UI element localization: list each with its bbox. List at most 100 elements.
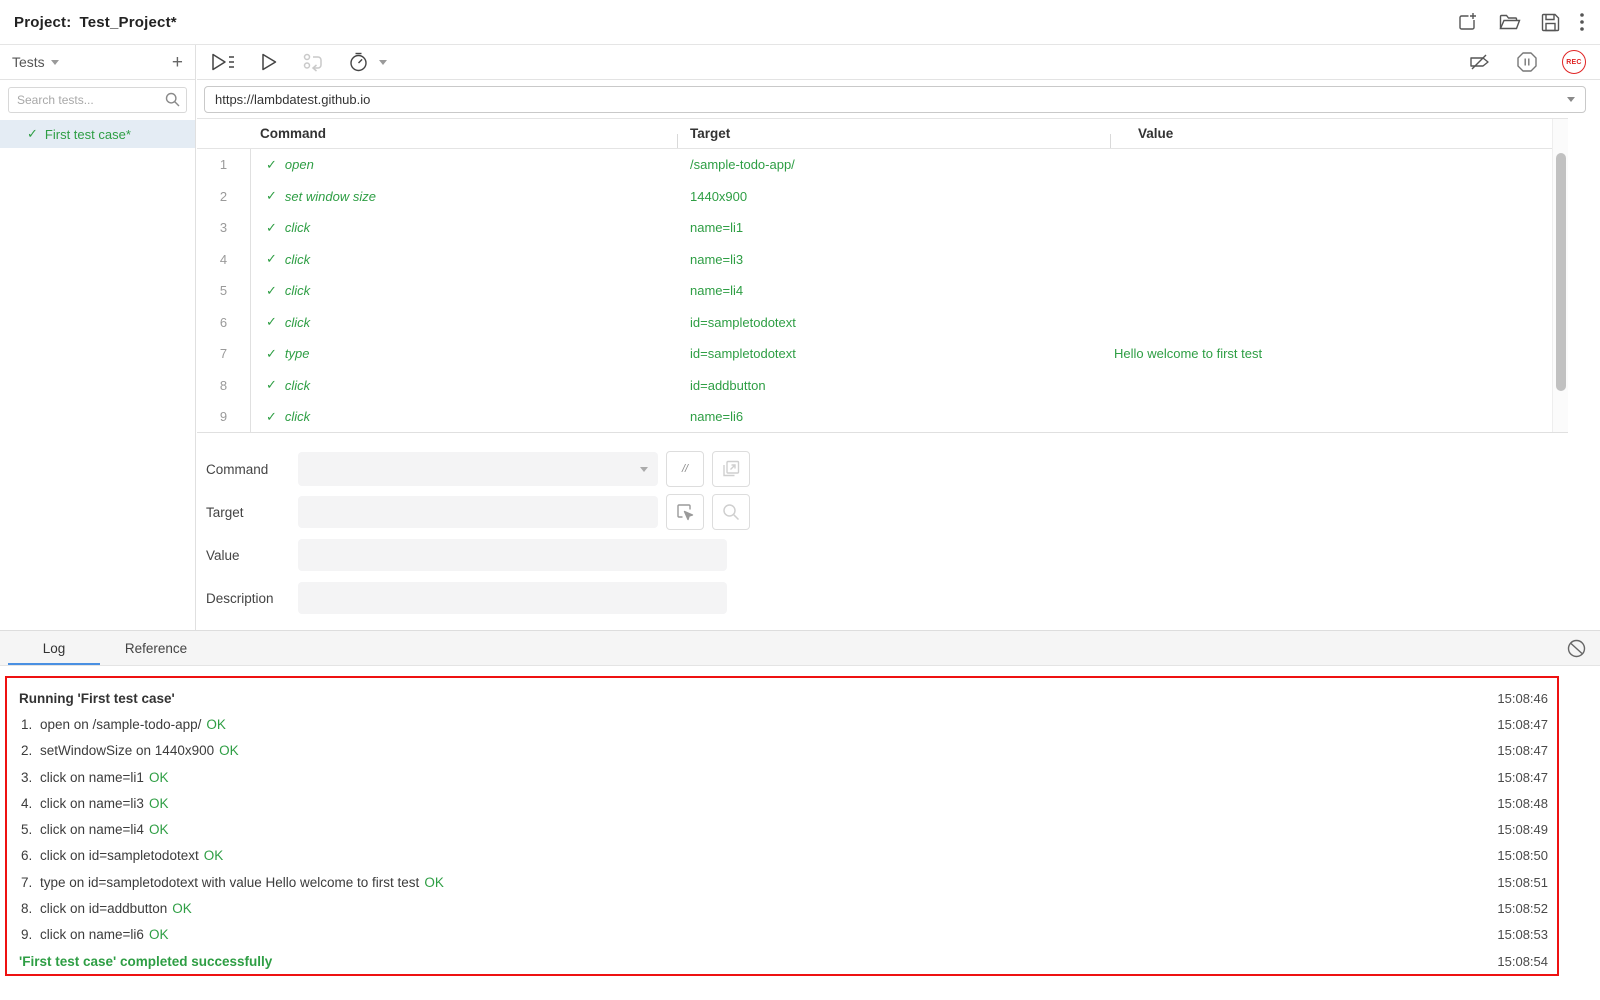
passed-check-icon: ✓ [266, 219, 277, 235]
step-over-icon[interactable] [303, 53, 323, 72]
log-text: click on id=addbutton [40, 901, 168, 917]
active-tab-underline [8, 663, 100, 665]
passed-check-icon: ✓ [266, 345, 277, 361]
log-timestamp: 15:08:50 [1497, 848, 1548, 864]
table-row[interactable]: 1 ✓ open /sample-todo-app/ [197, 149, 1568, 181]
log-timestamp: 15:08:48 [1497, 795, 1548, 811]
passed-check-icon: ✓ [266, 314, 277, 330]
table-row[interactable]: 3 ✓ click name=li1 [197, 212, 1568, 244]
row-number: 7 [219, 346, 228, 362]
table-row[interactable]: 9 ✓ click name=li6 [197, 401, 1568, 433]
row-number: 2 [219, 188, 228, 204]
run-current-test-icon[interactable] [261, 53, 277, 71]
row-number: 4 [219, 251, 228, 267]
table-row[interactable]: 7 ✓ type id=sampletodotext Hello welcome … [197, 338, 1568, 370]
value-field-label: Value [206, 547, 240, 563]
project-name: Test_Project* [79, 13, 177, 31]
chevron-down-icon [640, 466, 648, 472]
bottom-panel-tabs: Log Reference [0, 630, 1600, 666]
table-row[interactable]: 6 ✓ click id=sampletodotext [197, 306, 1568, 338]
execution-speed-control[interactable] [349, 52, 387, 72]
log-timestamp: 15:08:47 [1497, 716, 1548, 732]
log-status-ok: OK [148, 769, 169, 785]
log-timestamp: 15:08:53 [1497, 927, 1548, 943]
command-select[interactable] [298, 452, 658, 486]
pause-on-exceptions-icon[interactable] [1516, 51, 1538, 73]
table-row[interactable]: 5 ✓ click name=li4 [197, 275, 1568, 307]
description-field-label: Description [206, 590, 274, 606]
row-number: 9 [219, 409, 228, 425]
tab-log[interactable]: Log [0, 631, 108, 665]
project-label: Project: [14, 13, 72, 31]
disable-breakpoints-icon[interactable] [1468, 53, 1492, 71]
tab-reference[interactable]: Reference [108, 631, 204, 665]
command-target: name=li6 [690, 409, 744, 425]
log-text: click on name=li3 [40, 795, 144, 811]
command-name: open [284, 157, 314, 173]
recording-controls: REC [1468, 50, 1586, 74]
value-input[interactable] [298, 539, 727, 571]
command-field-label: Command [206, 461, 269, 477]
run-all-tests-icon[interactable] [211, 53, 235, 71]
command-table-header: Command Target Value [197, 119, 1568, 149]
test-case-item[interactable]: ✓ First test case* [0, 120, 195, 148]
log-status-ok: OK [203, 848, 224, 864]
test-case-name: First test case* [44, 126, 131, 142]
command-target: 1440x900 [690, 188, 748, 204]
log-timestamp: 15:08:52 [1497, 901, 1548, 917]
command-target: name=li3 [690, 251, 744, 267]
clear-log-icon[interactable] [1567, 639, 1586, 658]
target-input[interactable] [298, 496, 658, 528]
base-url-select[interactable]: https://lambdatest.github.io [204, 85, 1586, 113]
chevron-down-icon [379, 59, 387, 65]
find-target-button[interactable] [712, 494, 750, 530]
open-project-icon[interactable] [1499, 13, 1521, 31]
target-field-label: Target [206, 504, 244, 520]
command-target: /sample-todo-app/ [690, 157, 795, 173]
tests-dropdown[interactable]: Tests [12, 54, 45, 70]
command-name: set window size [284, 188, 376, 204]
chevron-down-icon [50, 59, 59, 65]
log-entry: 2. setWindowSize on 1440x900 OK 15:08:47 [7, 738, 1557, 764]
table-row[interactable]: 8 ✓ click id=addbutton [197, 369, 1568, 401]
command-field-row: Command // [197, 451, 1568, 487]
command-name: click [284, 220, 311, 236]
log-status-ok: OK [172, 901, 192, 917]
save-icon[interactable] [1541, 13, 1560, 32]
table-row[interactable]: 2 ✓ set window size 1440x900 [197, 180, 1568, 212]
command-target: id=sampletodotext [690, 346, 796, 362]
log-step-number: 3. [21, 769, 33, 785]
scrollbar-thumb[interactable] [1556, 153, 1566, 391]
test-passed-icon: ✓ [27, 126, 38, 141]
select-target-button[interactable] [666, 494, 704, 530]
command-table: Command Target Value 1 ✓ open /sample-tod… [197, 118, 1568, 433]
log-panel: Running 'First test case' 15:08:46 1. op… [5, 676, 1559, 976]
target-column-header: Target [677, 126, 1110, 148]
description-input[interactable] [298, 582, 727, 614]
search-tests-input[interactable] [8, 87, 187, 113]
command-name: click [284, 283, 311, 299]
playback-toolbar: REC [197, 45, 1600, 80]
table-scrollbar[interactable] [1552, 119, 1568, 432]
base-url-value: https://lambdatest.github.io [215, 91, 371, 107]
record-button[interactable]: REC [1562, 50, 1586, 74]
passed-check-icon: ✓ [266, 408, 277, 424]
open-in-window-button[interactable] [712, 451, 750, 487]
log-entry: 1. open on /sample-todo-app/ OK 15:08:47 [7, 711, 1557, 737]
project-title: Project: Test_Project* [14, 14, 177, 31]
log-entry: 5. click on name=li4 OK 15:08:49 [7, 816, 1557, 842]
log-status-ok: OK [424, 874, 444, 890]
log-step-number: 9. [21, 927, 33, 943]
log-text: click on name=li1 [40, 769, 144, 785]
log-timestamp: 15:08:47 [1497, 769, 1548, 785]
log-entry: 4. click on name=li3 OK 15:08:48 [7, 790, 1557, 816]
add-test-button[interactable]: + [172, 53, 183, 72]
kebab-menu-icon[interactable] [1580, 13, 1584, 31]
command-name: click [284, 251, 311, 267]
row-number: 1 [219, 157, 228, 173]
comment-toggle-button[interactable]: // [666, 451, 704, 487]
new-project-icon[interactable] [1458, 12, 1479, 32]
table-row[interactable]: 4 ✓ click name=li3 [197, 243, 1568, 275]
log-timestamp: 15:08:46 [1497, 690, 1548, 706]
speed-stopwatch-icon [349, 52, 368, 72]
